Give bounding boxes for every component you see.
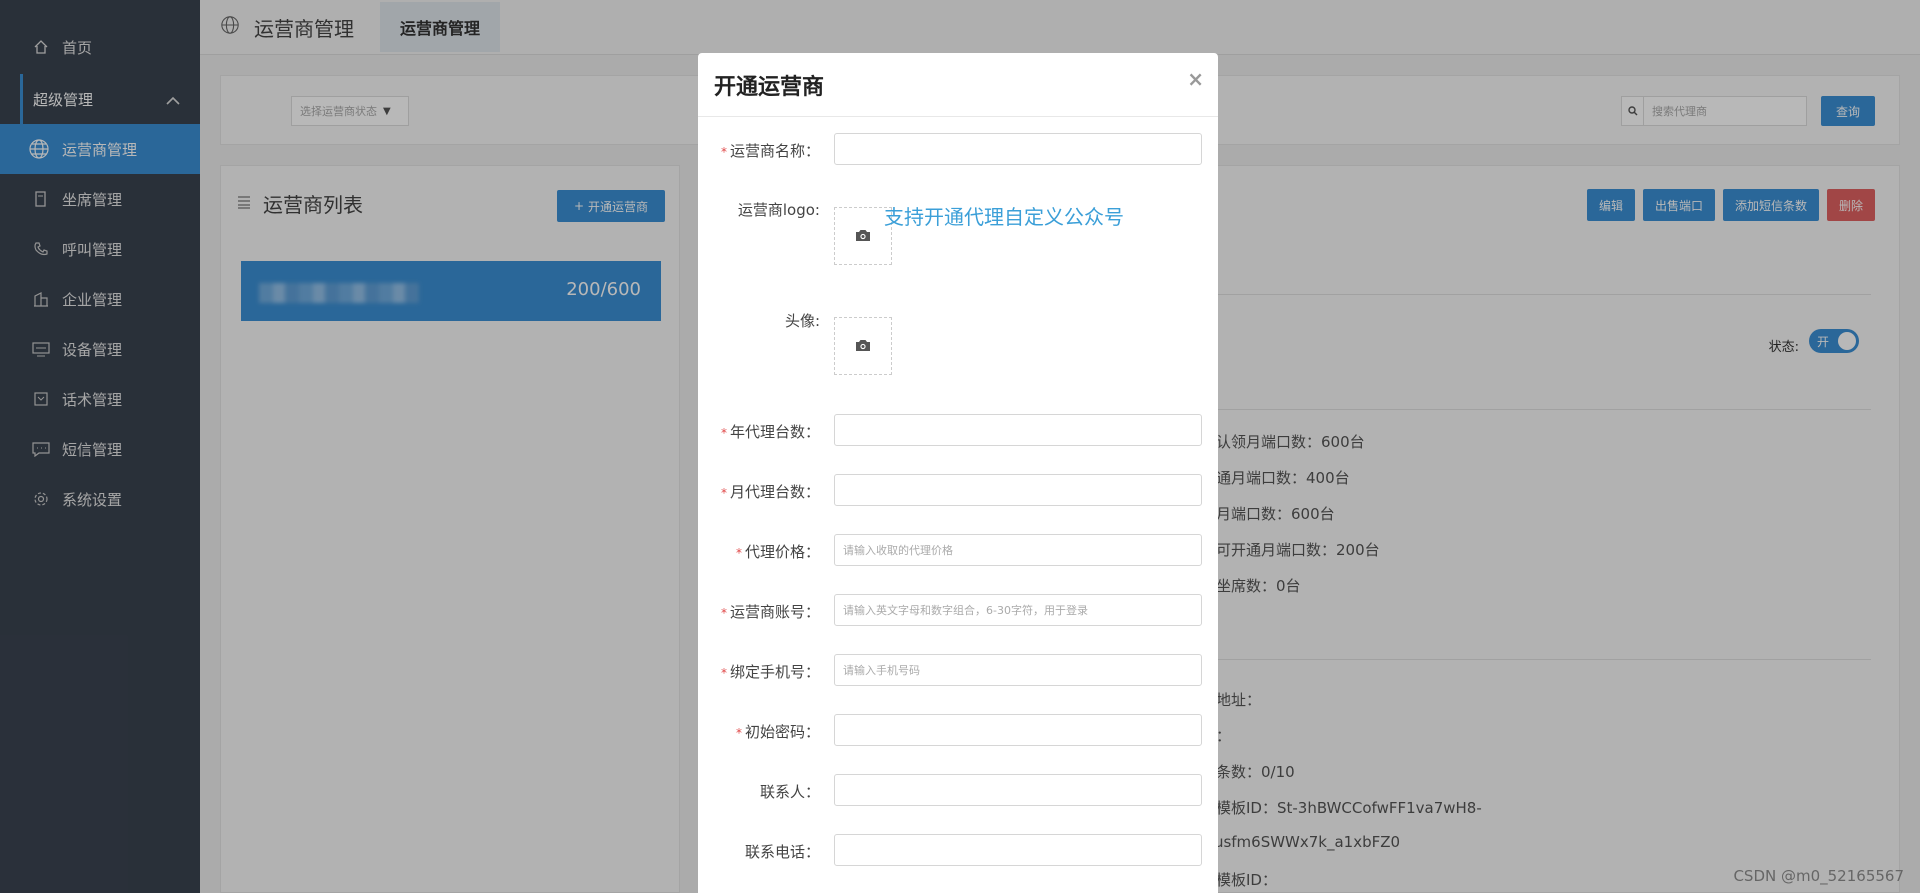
field-label: 联系电话：: [744, 843, 820, 861]
open-operator-modal: 开通运营商 × * 运营商名称： 运营商logo: 支持开通代理自定义公众号 头像…: [698, 53, 1218, 893]
form-row-contact-phone: 联系电话：: [698, 834, 1218, 868]
form-row-agent-price: * 代理价格： 请输入收取的代理价格: [698, 534, 1218, 568]
watermark: CSDN @m0_52165567: [1733, 867, 1904, 885]
agent-price-input[interactable]: 请输入收取的代理价格: [834, 534, 1202, 566]
camera-icon: [855, 337, 871, 356]
form-row-contact-person: 联系人：: [698, 774, 1218, 808]
initial-password-input[interactable]: [834, 714, 1202, 746]
logo-hint-text: 支持开通代理自定义公众号: [884, 205, 1124, 229]
field-label: * 绑定手机号：: [720, 663, 820, 681]
bind-phone-input[interactable]: 请输入手机号码: [834, 654, 1202, 686]
logo-label: 运营商logo:: [737, 201, 820, 219]
form-row-monthly-count: * 月代理台数：: [698, 474, 1218, 508]
annual-count-input[interactable]: [834, 414, 1202, 446]
modal-title: 开通运营商: [714, 74, 825, 100]
monthly-count-input[interactable]: [834, 474, 1202, 506]
input-placeholder: 请输入手机号码: [843, 664, 920, 677]
form-row-phone-binding: * 绑定手机号： 请输入手机号码: [698, 654, 1218, 688]
contact-person-input[interactable]: [834, 774, 1202, 806]
operator-account-input[interactable]: 请输入英文字母和数字组合，6-30字符，用于登录: [834, 594, 1202, 626]
field-label: * 代理价格：: [735, 543, 820, 561]
avatar-uploader[interactable]: [834, 317, 892, 375]
form-row-annual-count: * 年代理台数：: [698, 414, 1218, 448]
contact-phone-input[interactable]: [834, 834, 1202, 866]
modal-header: 开通运营商 ×: [698, 53, 1218, 117]
close-icon[interactable]: ×: [1187, 67, 1204, 91]
field-label: * 运营商名称：: [720, 142, 820, 160]
input-placeholder: 请输入英文字母和数字组合，6-30字符，用于登录: [843, 604, 1088, 617]
operator-name-input[interactable]: [834, 133, 1202, 165]
field-label: * 初始密码：: [735, 723, 820, 741]
form-row-initial-password: * 初始密码：: [698, 714, 1218, 748]
field-label: * 年代理台数：: [720, 423, 820, 441]
field-label: * 月代理台数：: [720, 483, 820, 501]
field-label: * 运营商账号：: [720, 603, 820, 621]
camera-icon: [855, 227, 871, 246]
input-placeholder: 请输入收取的代理价格: [843, 544, 953, 557]
avatar-label: 头像:: [784, 312, 820, 330]
form-row-operator-name: * 运营商名称：: [698, 133, 1218, 167]
field-label: 联系人：: [759, 783, 820, 801]
form-row-operator-account: * 运营商账号： 请输入英文字母和数字组合，6-30字符，用于登录: [698, 594, 1218, 628]
